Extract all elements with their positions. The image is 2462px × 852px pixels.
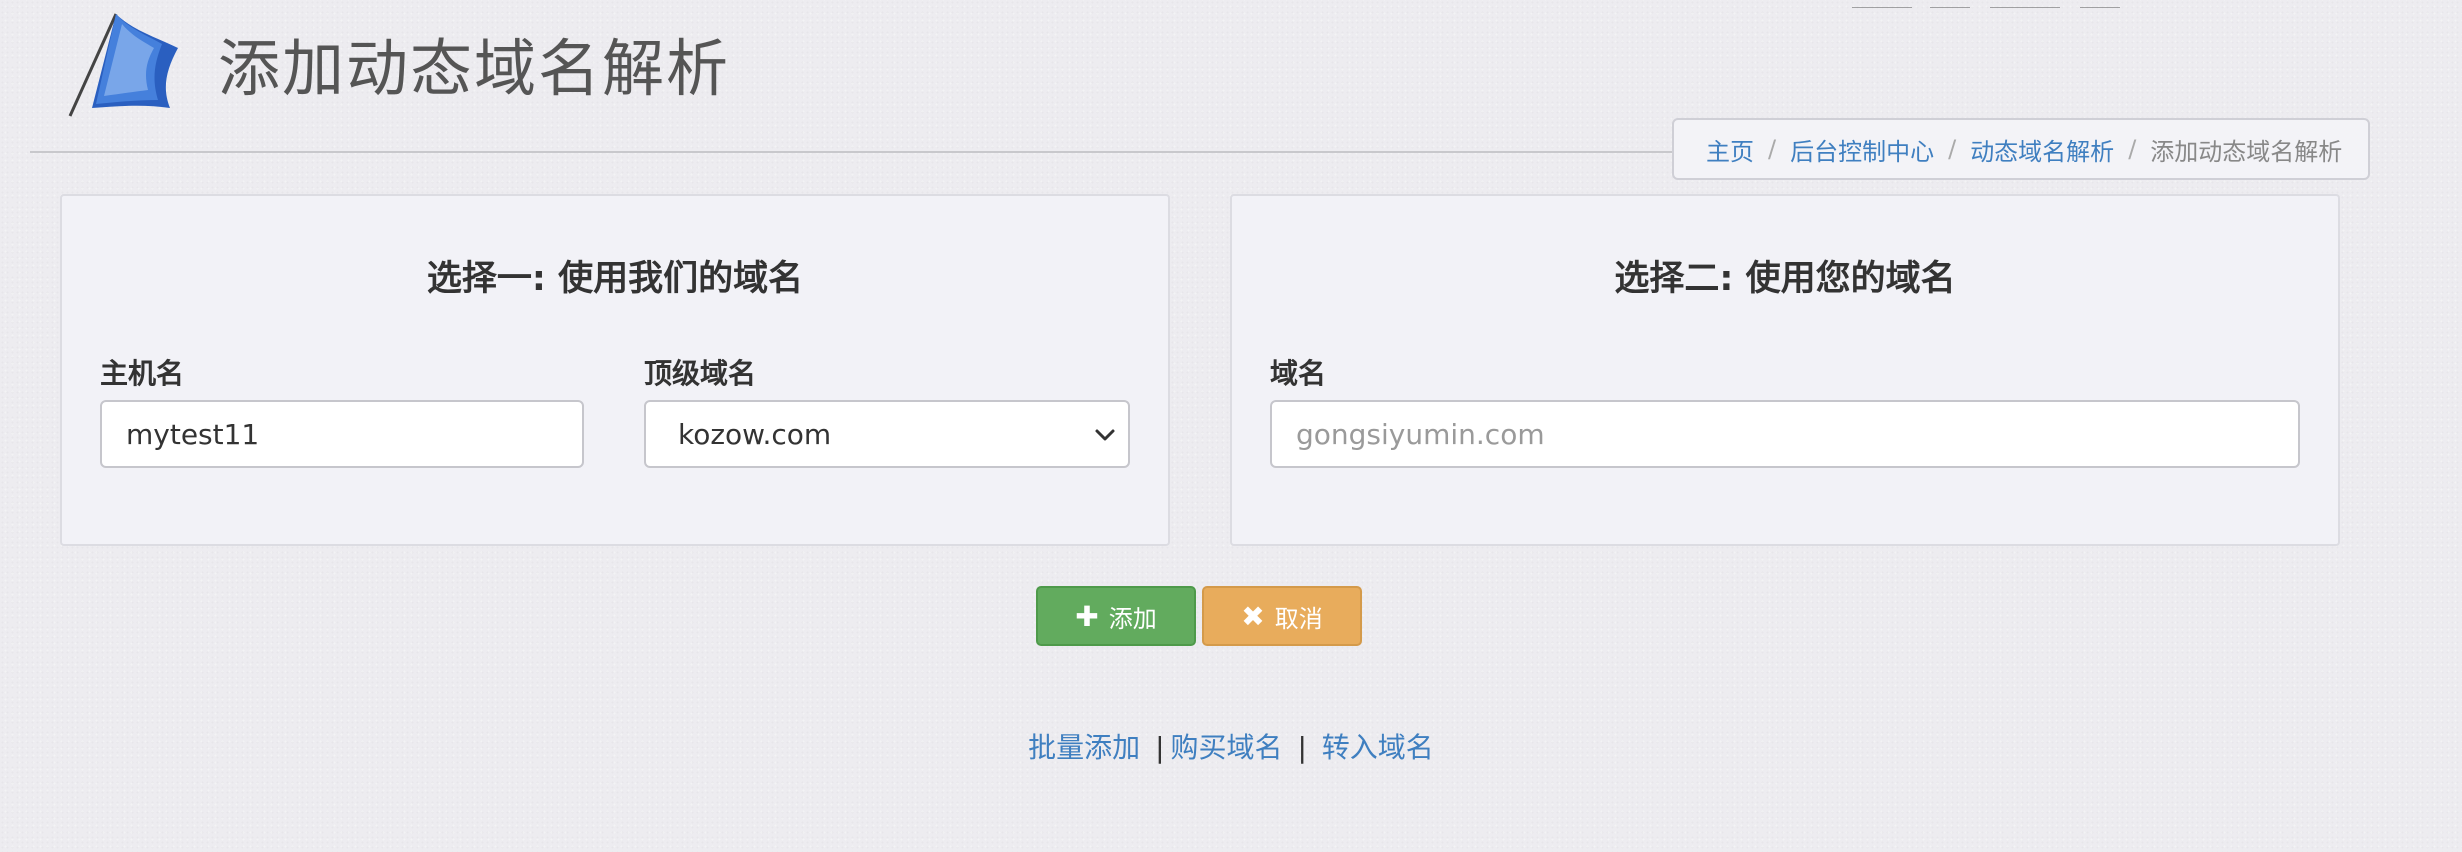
cancel-button-label: 取消 bbox=[1274, 604, 1323, 633]
add-button-label: 添加 bbox=[1108, 604, 1157, 633]
option-two-panel: 选择二: 使用您的域名 域名 bbox=[1230, 194, 2340, 546]
page-title: 添加动态域名解析 bbox=[218, 32, 731, 105]
link-separator: | bbox=[1297, 731, 1307, 764]
option-one-title: 选择一: 使用我们的域名 bbox=[62, 250, 1168, 301]
top-strip bbox=[1840, 0, 2400, 8]
add-button[interactable]: ✚ 添加 bbox=[1036, 586, 1196, 646]
transfer-domain-link[interactable]: 转入域名 bbox=[1322, 731, 1434, 764]
cancel-button[interactable]: ✖ 取消 bbox=[1202, 586, 1362, 646]
tld-select-value[interactable]: kozow.com bbox=[644, 400, 1130, 468]
option-two-title: 选择二: 使用您的域名 bbox=[1232, 250, 2338, 301]
breadcrumb-separator: / bbox=[1768, 135, 1777, 163]
option-one-title-rest: : 使用我们的域名 bbox=[531, 259, 804, 299]
breadcrumb: 主页 / 后台控制中心 / 动态域名解析 / 添加动态域名解析 bbox=[1672, 118, 2370, 180]
footer-links: 批量添加 | 购买域名 | 转入域名 bbox=[0, 726, 2462, 766]
close-icon: ✖ bbox=[1241, 599, 1265, 633]
option-two-title-rest: : 使用您的域名 bbox=[1719, 259, 1956, 299]
option-one-panel: 选择一: 使用我们的域名 主机名 顶级域名 kozow.com bbox=[60, 194, 1170, 546]
breadcrumb-separator: / bbox=[1948, 135, 1957, 163]
breadcrumb-current: 添加动态域名解析 bbox=[2150, 137, 2343, 166]
option-one-title-bold: 选择一 bbox=[426, 259, 532, 299]
domain-input[interactable] bbox=[1270, 400, 2300, 468]
breadcrumb-ddns[interactable]: 动态域名解析 bbox=[1970, 132, 2114, 167]
flag-logo-icon bbox=[62, 8, 186, 120]
batch-add-link[interactable]: 批量添加 bbox=[1028, 731, 1140, 764]
tld-select[interactable]: kozow.com bbox=[644, 400, 1130, 468]
tld-label: 顶级域名 bbox=[644, 357, 757, 390]
link-separator: | bbox=[1155, 731, 1165, 764]
hostname-label: 主机名 bbox=[100, 357, 185, 390]
option-two-title-bold: 选择二 bbox=[1614, 259, 1720, 299]
buy-domain-link[interactable]: 购买域名 bbox=[1171, 731, 1283, 764]
breadcrumb-control-center[interactable]: 后台控制中心 bbox=[1790, 132, 1934, 167]
plus-icon: ✚ bbox=[1075, 599, 1099, 633]
chevron-down-icon bbox=[1095, 429, 1115, 441]
domain-label: 域名 bbox=[1270, 357, 1327, 390]
breadcrumb-separator: / bbox=[2128, 135, 2137, 163]
hostname-input[interactable] bbox=[100, 400, 584, 468]
breadcrumb-home[interactable]: 主页 bbox=[1706, 132, 1754, 167]
